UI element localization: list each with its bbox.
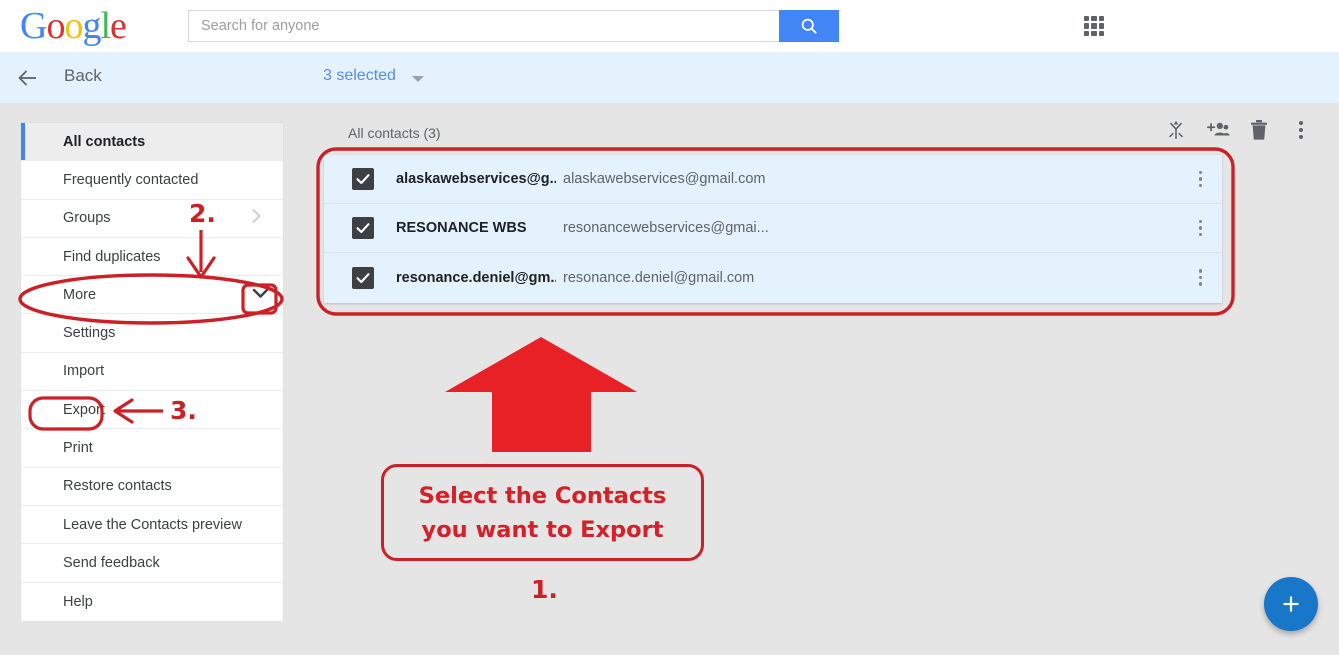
contact-email: resonance.deniel@gmail.com <box>563 269 755 286</box>
contact-name: resonance.deniel@gm... <box>396 269 556 286</box>
contact-row[interactable]: resonance.deniel@gm... resonance.deniel@g… <box>324 253 1222 302</box>
contacts-page: Google Back 3 selected <box>0 0 1339 655</box>
search-input[interactable] <box>188 10 779 42</box>
contacts-card: alaskawebservices@g... alaskawebservices@… <box>324 155 1222 303</box>
sidebar-item-all-contacts[interactable]: All contacts <box>21 123 283 162</box>
back-button[interactable] <box>14 64 42 92</box>
sidebar-item-find-duplicates[interactable]: Find duplicates <box>21 237 283 277</box>
sidebar-item-label: Settings <box>63 325 116 342</box>
add-contact-button[interactable] <box>1264 577 1318 631</box>
search-icon <box>801 18 817 34</box>
sidebar-item-label: Find duplicates <box>63 248 161 265</box>
sidebar-item-more[interactable]: More <box>21 276 283 315</box>
sidebar-item-help[interactable]: Help <box>21 582 283 621</box>
sidebar-item-groups[interactable]: Groups <box>21 199 283 238</box>
sidebar-item-export[interactable]: Export <box>21 391 283 430</box>
contact-name: RESONANCE WBS <box>396 220 527 236</box>
more-options-icon <box>1299 121 1303 139</box>
sidebar-item-label: Help <box>63 593 93 610</box>
list-title: All contacts (3) <box>348 125 441 141</box>
callout-line-1: Select the Contacts <box>418 482 667 509</box>
apps-grid-icon[interactable] <box>1080 12 1108 40</box>
contact-checkbox[interactable] <box>352 217 374 239</box>
google-logo-letter-5: e <box>110 5 127 47</box>
contact-email: resonancewebservices@gmai... <box>563 220 769 236</box>
merge-icon <box>1169 120 1183 140</box>
annotation-step-3: 3. <box>170 396 197 425</box>
sidebar-item-leave-the-contacts-preview[interactable]: Leave the Contacts preview <box>21 505 283 545</box>
google-logo: Google <box>20 5 127 47</box>
search-bar <box>188 10 839 42</box>
contact-row[interactable]: RESONANCE WBS resonancewebservices@gmai..… <box>324 204 1222 253</box>
caret-down-icon[interactable] <box>412 76 424 82</box>
sidebar-item-settings[interactable]: Settings <box>21 314 283 353</box>
sidebar: All contacts Frequently contacted Groups Fi… <box>20 122 284 621</box>
check-icon <box>356 272 370 283</box>
google-logo-letter-2: o <box>64 5 83 47</box>
selection-action-bar: Back 3 selected <box>0 52 1339 140</box>
chevron-right-icon <box>252 209 261 228</box>
add-to-group-button[interactable] <box>1202 114 1234 146</box>
sidebar-item-frequently-contacted[interactable]: Frequently contacted <box>21 161 283 200</box>
chevron-down-icon[interactable] <box>252 287 269 303</box>
sidebar-item-label: Print <box>63 440 93 457</box>
contact-checkbox[interactable] <box>352 266 374 289</box>
merge-button[interactable] <box>1160 114 1192 146</box>
sidebar-item-label: Send feedback <box>63 554 160 571</box>
sidebar-item-label: Groups <box>63 210 111 227</box>
sidebar-item-label: Restore contacts <box>63 478 172 495</box>
annotation-step-1: 1. <box>531 575 558 604</box>
more-options-button[interactable] <box>1285 114 1317 146</box>
check-icon <box>356 174 370 185</box>
sidebar-item-print[interactable]: Print <box>21 429 283 468</box>
selected-count-label[interactable]: 3 selected <box>323 67 396 85</box>
contact-checkbox[interactable] <box>352 168 374 190</box>
delete-button[interactable] <box>1243 114 1275 146</box>
sidebar-item-import[interactable]: Import <box>21 352 283 392</box>
google-logo-letter-0: G <box>20 5 47 47</box>
contact-row[interactable]: alaskawebservices@g... alaskawebservices@… <box>324 155 1222 204</box>
search-button[interactable] <box>779 10 839 42</box>
back-label[interactable]: Back <box>64 66 102 86</box>
google-logo-letter-3: g <box>82 5 101 47</box>
arrow-left-icon <box>18 70 36 86</box>
google-logo-letter-4: l <box>100 5 111 47</box>
add-contact-icon <box>1283 596 1299 612</box>
delete-icon <box>1251 120 1267 140</box>
top-search-bar: Google <box>0 0 1339 52</box>
contact-name: alaskawebservices@g... <box>396 171 556 187</box>
annotation-callout: Select the Contacts you want to Export <box>381 464 704 561</box>
check-icon <box>356 223 370 234</box>
sidebar-item-label: More <box>63 286 97 303</box>
annotation-arrow-up <box>445 337 637 452</box>
annotation-step-2: 2. <box>189 199 216 228</box>
row-more-options-icon[interactable] <box>1198 269 1202 286</box>
row-more-options-icon[interactable] <box>1198 170 1202 188</box>
sidebar-item-label: All contacts <box>63 133 146 150</box>
sidebar-item-label: Export <box>63 401 105 418</box>
sidebar-item-label: Leave the Contacts preview <box>63 516 242 533</box>
sidebar-item-label: Frequently contacted <box>63 171 199 188</box>
add-to-group-icon <box>1206 122 1230 136</box>
sidebar-item-restore-contacts[interactable]: Restore contacts <box>21 467 283 506</box>
callout-line-2: you want to Export <box>421 516 664 543</box>
sidebar-item-send-feedback[interactable]: Send feedback <box>21 544 283 583</box>
sidebar-item-label: Import <box>63 363 105 380</box>
google-logo-letter-1: o <box>46 5 65 47</box>
row-more-options-icon[interactable] <box>1198 219 1202 237</box>
contact-email: alaskawebservices@gmail.com <box>563 171 766 187</box>
